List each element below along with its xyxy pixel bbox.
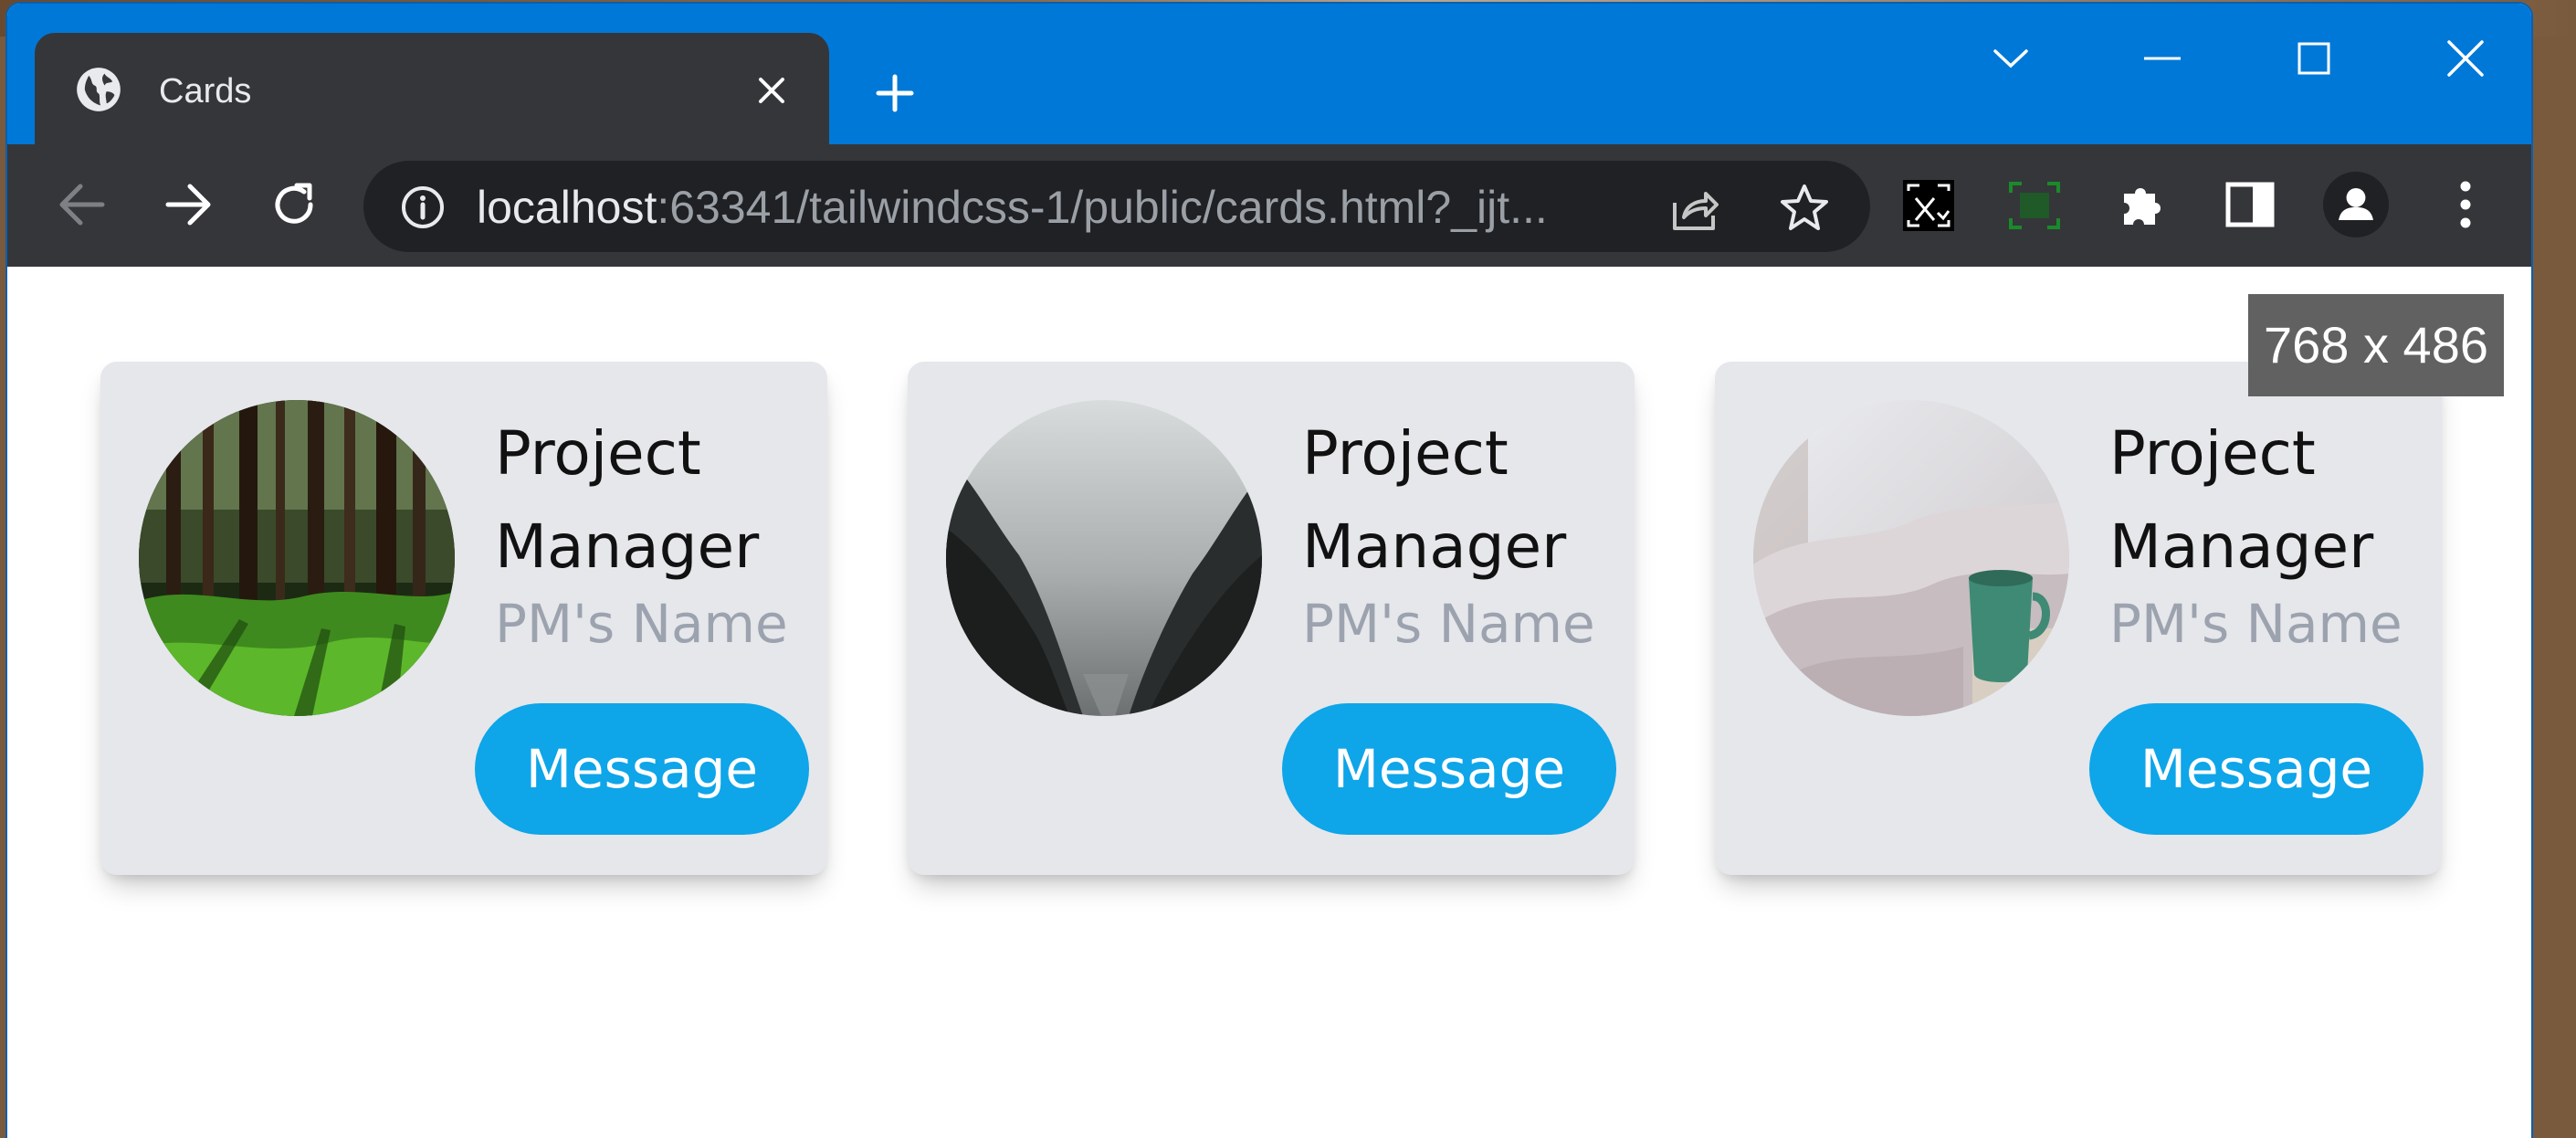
url-text[interactable]: localhost:63341/tailwindcss-1/public/car… — [477, 184, 1548, 230]
pm-card: Project Manager PM's Name Message — [908, 362, 1635, 875]
card-title: Project Manager — [1302, 418, 1567, 582]
title-bar: Cards — [7, 4, 2531, 148]
address-bar[interactable]: localhost:63341/tailwindcss-1/public/car… — [363, 161, 1870, 252]
pm-card: Project Manager PM's Name Message — [100, 362, 827, 875]
bookmark-star-icon[interactable] — [1779, 183, 1830, 234]
new-tab-icon[interactable] — [866, 64, 924, 122]
url-path: :63341/tailwindcss-1/public/cards.html?_… — [657, 182, 1548, 233]
card-pm-name: PM's Name — [2109, 593, 2403, 655]
side-panel-icon[interactable] — [2217, 172, 2283, 237]
avatar-bed-with-mug-image — [1753, 400, 2069, 716]
avatar-forest-image — [139, 400, 455, 716]
extensions-puzzle-icon[interactable] — [2111, 172, 2177, 237]
reload-icon[interactable] — [261, 172, 327, 237]
extension-screenshot-icon[interactable] — [1899, 176, 1958, 235]
profile-avatar-icon[interactable] — [2323, 172, 2389, 237]
maximize-icon[interactable] — [2285, 29, 2343, 88]
tab-search-chevron-icon[interactable] — [1982, 29, 2040, 88]
card-pm-name: PM's Name — [1302, 593, 1595, 655]
message-button[interactable]: Message — [475, 703, 809, 835]
minimize-icon[interactable] — [2133, 29, 2192, 88]
tab-title: Cards — [159, 72, 252, 111]
extension-crop-icon[interactable] — [2005, 176, 2064, 235]
globe-icon — [75, 66, 122, 113]
card-pm-name: PM's Name — [495, 593, 788, 655]
message-button[interactable]: Message — [2089, 703, 2424, 835]
pm-card: Project Manager PM's Name Message — [1715, 362, 2442, 875]
message-button[interactable]: Message — [1282, 703, 1616, 835]
avatar-misty-canyon-image — [946, 400, 1262, 716]
viewport-size-badge: 768 x 486 — [2248, 294, 2504, 396]
close-tab-icon[interactable] — [747, 66, 796, 115]
card-title: Project Manager — [2109, 418, 2374, 582]
forward-arrow-icon[interactable] — [155, 172, 221, 237]
tab-cards[interactable]: Cards — [35, 33, 829, 148]
card-title: Project Manager — [495, 418, 760, 582]
more-menu-icon[interactable] — [2433, 172, 2498, 237]
browser-window: Cards localhost:63341/tailwindcss-1/publ… — [7, 4, 2531, 1138]
site-info-icon[interactable] — [400, 184, 446, 230]
url-host: localhost — [477, 182, 657, 233]
close-window-icon[interactable] — [2436, 29, 2495, 88]
browser-toolbar: localhost:63341/tailwindcss-1/public/car… — [7, 144, 2531, 267]
page-viewport: 768 x 486 Project Manager PM's Name Mess… — [7, 267, 2531, 1138]
share-icon[interactable] — [1669, 183, 1720, 234]
back-arrow-icon[interactable] — [49, 172, 115, 237]
